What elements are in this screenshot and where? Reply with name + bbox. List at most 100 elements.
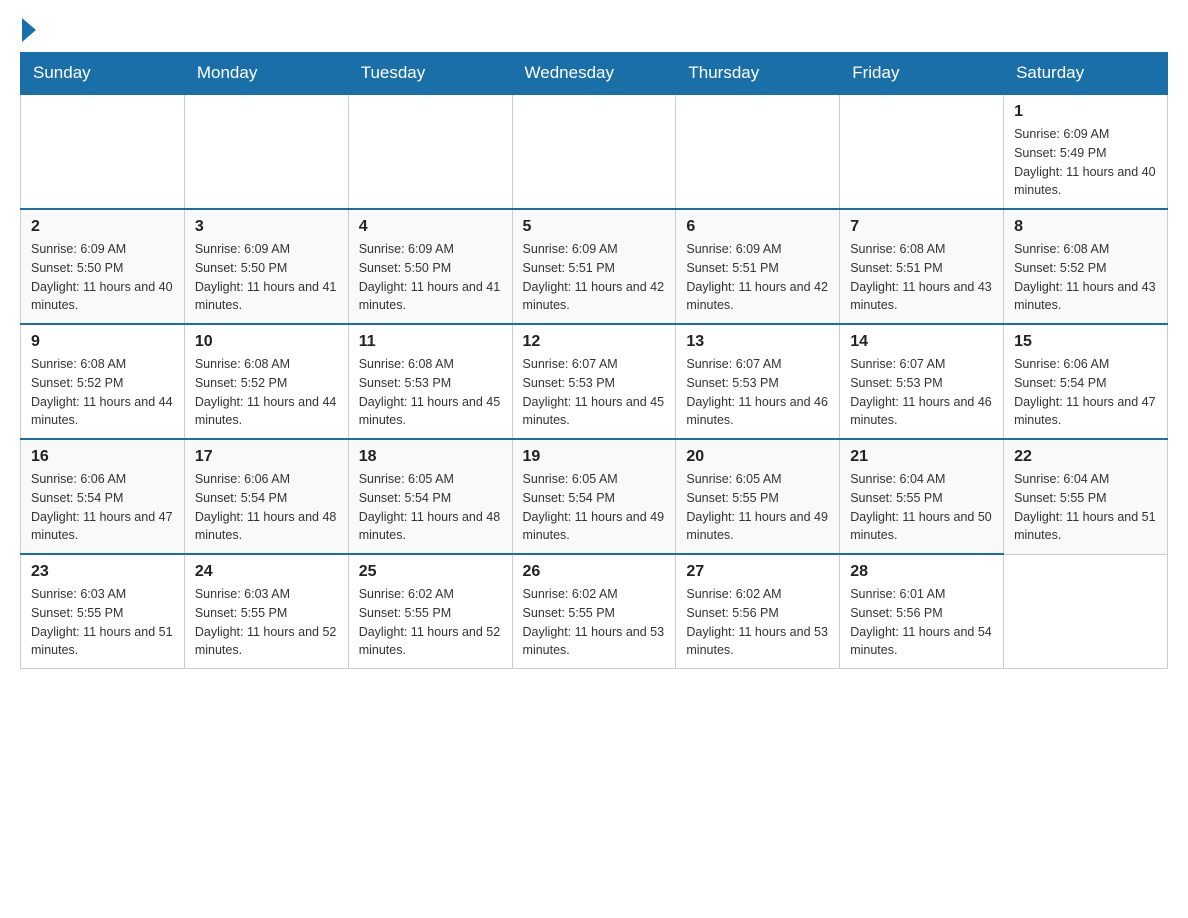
calendar-cell: 1 Sunrise: 6:09 AMSunset: 5:49 PMDaylight… [1004,94,1168,209]
calendar-cell: 23 Sunrise: 6:03 AMSunset: 5:55 PMDayligh… [21,554,185,669]
day-number: 11 [359,333,502,351]
day-number: 1 [1014,103,1157,121]
calendar-week-row: 23 Sunrise: 6:03 AMSunset: 5:55 PMDayligh… [21,554,1168,669]
day-info: Sunrise: 6:09 AMSunset: 5:51 PMDaylight:… [686,240,829,315]
weekday-header-wednesday: Wednesday [512,53,676,95]
calendar-cell: 14Sunrise: 6:07 AMSunset: 5:53 PMDayligh… [840,324,1004,439]
day-info: Sunrise: 6:09 AMSunset: 5:50 PMDaylight:… [31,240,174,315]
day-info: Sunrise: 6:06 AMSunset: 5:54 PMDaylight:… [195,470,338,545]
calendar-cell [348,94,512,209]
calendar-cell: 7 Sunrise: 6:08 AMSunset: 5:51 PMDaylight… [840,209,1004,324]
day-info: Sunrise: 6:04 AMSunset: 5:55 PMDaylight:… [850,470,993,545]
day-number: 9 [31,333,174,351]
day-info: Sunrise: 6:01 AMSunset: 5:56 PMDaylight:… [850,585,993,660]
day-number: 10 [195,333,338,351]
calendar-cell [1004,554,1168,669]
day-number: 23 [31,563,174,581]
day-info: Sunrise: 6:04 AMSunset: 5:55 PMDaylight:… [1014,470,1157,545]
day-number: 21 [850,448,993,466]
day-number: 28 [850,563,993,581]
day-info: Sunrise: 6:02 AMSunset: 5:55 PMDaylight:… [359,585,502,660]
day-info: Sunrise: 6:09 AMSunset: 5:50 PMDaylight:… [195,240,338,315]
calendar-cell: 8 Sunrise: 6:08 AMSunset: 5:52 PMDaylight… [1004,209,1168,324]
day-info: Sunrise: 6:05 AMSunset: 5:54 PMDaylight:… [523,470,666,545]
day-info: Sunrise: 6:09 AMSunset: 5:50 PMDaylight:… [359,240,502,315]
day-info: Sunrise: 6:06 AMSunset: 5:54 PMDaylight:… [1014,355,1157,430]
calendar-table: SundayMondayTuesdayWednesdayThursdayFrid… [20,52,1168,669]
day-number: 4 [359,218,502,236]
calendar-cell: 6 Sunrise: 6:09 AMSunset: 5:51 PMDaylight… [676,209,840,324]
weekday-header-tuesday: Tuesday [348,53,512,95]
day-info: Sunrise: 6:07 AMSunset: 5:53 PMDaylight:… [686,355,829,430]
calendar-cell: 12 Sunrise: 6:07 AMSunset: 5:53 PMDayligh… [512,324,676,439]
day-number: 24 [195,563,338,581]
day-info: Sunrise: 6:07 AMSunset: 5:53 PMDaylight:… [523,355,666,430]
calendar-cell: 4 Sunrise: 6:09 AMSunset: 5:50 PMDaylight… [348,209,512,324]
calendar-week-row: 2 Sunrise: 6:09 AMSunset: 5:50 PMDaylight… [21,209,1168,324]
day-number: 3 [195,218,338,236]
day-number: 6 [686,218,829,236]
calendar-cell: 16 Sunrise: 6:06 AMSunset: 5:54 PMDayligh… [21,439,185,554]
calendar-cell: 28 Sunrise: 6:01 AMSunset: 5:56 PMDayligh… [840,554,1004,669]
day-number: 22 [1014,448,1157,466]
day-info: Sunrise: 6:07 AMSunset: 5:53 PMDaylight:… [850,355,993,430]
day-info: Sunrise: 6:03 AMSunset: 5:55 PMDaylight:… [31,585,174,660]
day-number: 5 [523,218,666,236]
day-info: Sunrise: 6:08 AMSunset: 5:52 PMDaylight:… [1014,240,1157,315]
day-number: 7 [850,218,993,236]
calendar-cell [676,94,840,209]
calendar-cell: 17 Sunrise: 6:06 AMSunset: 5:54 PMDayligh… [184,439,348,554]
day-info: Sunrise: 6:02 AMSunset: 5:55 PMDaylight:… [523,585,666,660]
day-info: Sunrise: 6:05 AMSunset: 5:54 PMDaylight:… [359,470,502,545]
calendar-cell: 11 Sunrise: 6:08 AMSunset: 5:53 PMDayligh… [348,324,512,439]
day-number: 13 [686,333,829,351]
weekday-header-friday: Friday [840,53,1004,95]
calendar-cell: 5Sunrise: 6:09 AMSunset: 5:51 PMDaylight… [512,209,676,324]
calendar-cell [21,94,185,209]
calendar-cell: 20 Sunrise: 6:05 AMSunset: 5:55 PMDayligh… [676,439,840,554]
day-number: 26 [523,563,666,581]
calendar-cell: 19Sunrise: 6:05 AMSunset: 5:54 PMDayligh… [512,439,676,554]
calendar-cell: 21 Sunrise: 6:04 AMSunset: 5:55 PMDayligh… [840,439,1004,554]
calendar-cell: 24Sunrise: 6:03 AMSunset: 5:55 PMDayligh… [184,554,348,669]
calendar-cell: 18 Sunrise: 6:05 AMSunset: 5:54 PMDayligh… [348,439,512,554]
calendar-week-row: 16 Sunrise: 6:06 AMSunset: 5:54 PMDayligh… [21,439,1168,554]
calendar-cell [512,94,676,209]
day-info: Sunrise: 6:06 AMSunset: 5:54 PMDaylight:… [31,470,174,545]
day-number: 18 [359,448,502,466]
weekday-header-sunday: Sunday [21,53,185,95]
weekday-header-saturday: Saturday [1004,53,1168,95]
calendar-cell: 9 Sunrise: 6:08 AMSunset: 5:52 PMDaylight… [21,324,185,439]
day-number: 2 [31,218,174,236]
day-info: Sunrise: 6:05 AMSunset: 5:55 PMDaylight:… [686,470,829,545]
calendar-cell: 13 Sunrise: 6:07 AMSunset: 5:53 PMDayligh… [676,324,840,439]
day-info: Sunrise: 6:08 AMSunset: 5:52 PMDaylight:… [195,355,338,430]
day-number: 20 [686,448,829,466]
weekday-header-thursday: Thursday [676,53,840,95]
day-number: 15 [1014,333,1157,351]
day-number: 12 [523,333,666,351]
day-info: Sunrise: 6:08 AMSunset: 5:51 PMDaylight:… [850,240,993,315]
day-number: 17 [195,448,338,466]
weekday-header-monday: Monday [184,53,348,95]
day-info: Sunrise: 6:08 AMSunset: 5:52 PMDaylight:… [31,355,174,430]
calendar-header-row: SundayMondayTuesdayWednesdayThursdayFrid… [21,53,1168,95]
calendar-cell: 27 Sunrise: 6:02 AMSunset: 5:56 PMDayligh… [676,554,840,669]
day-number: 16 [31,448,174,466]
calendar-cell: 3 Sunrise: 6:09 AMSunset: 5:50 PMDaylight… [184,209,348,324]
calendar-cell: 15 Sunrise: 6:06 AMSunset: 5:54 PMDayligh… [1004,324,1168,439]
logo [20,20,36,42]
day-number: 27 [686,563,829,581]
day-info: Sunrise: 6:08 AMSunset: 5:53 PMDaylight:… [359,355,502,430]
calendar-cell: 2 Sunrise: 6:09 AMSunset: 5:50 PMDaylight… [21,209,185,324]
calendar-cell [184,94,348,209]
calendar-cell: 10 Sunrise: 6:08 AMSunset: 5:52 PMDayligh… [184,324,348,439]
day-number: 8 [1014,218,1157,236]
calendar-cell: 25 Sunrise: 6:02 AMSunset: 5:55 PMDayligh… [348,554,512,669]
day-info: Sunrise: 6:02 AMSunset: 5:56 PMDaylight:… [686,585,829,660]
calendar-week-row: 1 Sunrise: 6:09 AMSunset: 5:49 PMDaylight… [21,94,1168,209]
calendar-cell [840,94,1004,209]
day-info: Sunrise: 6:09 AMSunset: 5:49 PMDaylight:… [1014,125,1157,200]
calendar-cell: 26 Sunrise: 6:02 AMSunset: 5:55 PMDayligh… [512,554,676,669]
day-number: 25 [359,563,502,581]
